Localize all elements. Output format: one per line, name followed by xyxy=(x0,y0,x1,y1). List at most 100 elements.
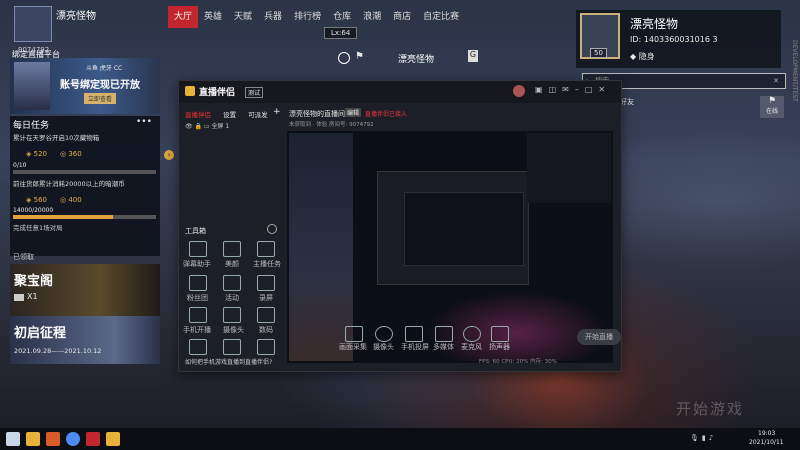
game-taskbar-icon[interactable] xyxy=(86,432,100,446)
microphone-icon[interactable] xyxy=(463,326,481,342)
file-explorer-icon[interactable] xyxy=(26,432,40,446)
stream-taskbar-icon[interactable] xyxy=(106,432,120,446)
profile-id[interactable]: ID: 1403360031016 3 xyxy=(630,35,718,44)
fan-group-icon[interactable] xyxy=(189,275,207,291)
daily-tasks-panel: 每日任务 ••• 累计在天罗谷开启10次藏物箱 ◈ 520 ◎ 360 0/10… xyxy=(10,116,160,261)
nav-lobby[interactable]: 大厅 xyxy=(168,6,199,28)
clock-date[interactable]: 2021/10/11 xyxy=(749,439,784,446)
event-dates: 2021.09.28——2021.10.12 xyxy=(14,347,102,355)
treasure-title: 聚宝阁 xyxy=(14,274,54,289)
build-side-label: DEVELOPMENT/TEST xyxy=(791,40,798,102)
nav-custom-match[interactable]: 自定比赛 xyxy=(417,6,465,28)
camera-bottom-icon[interactable] xyxy=(375,326,393,342)
stream-app-tabs: 直播伴侣 设置 可派发 xyxy=(185,109,268,119)
tool-label: 摄像头 xyxy=(223,326,244,334)
digital-icon[interactable] xyxy=(257,307,275,323)
close-icon[interactable]: ✕ xyxy=(598,85,611,94)
tools-settings-icon[interactable] xyxy=(267,224,277,234)
bottom-label: 手机投屏 xyxy=(401,343,429,351)
host-task-icon[interactable] xyxy=(257,241,275,257)
activity-icon[interactable] xyxy=(223,275,241,291)
room-edit-tag[interactable]: 编辑 xyxy=(345,108,362,117)
mic-tray-icon[interactable]: 🎙 xyxy=(690,434,702,442)
friends-tab[interactable]: 好友 xyxy=(620,97,634,107)
phone-live-icon[interactable] xyxy=(189,307,207,323)
nav-talent[interactable]: 天赋 xyxy=(228,6,258,28)
online-filter-button[interactable]: ⚑ 在线 xyxy=(760,96,784,118)
nav-storage[interactable]: 仓库 xyxy=(327,6,357,28)
tool-label: 数码 xyxy=(259,326,273,334)
volume-icon[interactable]: ♪ xyxy=(709,434,716,442)
record-icon[interactable] xyxy=(257,275,275,291)
profile-card: 50 漂亮怪物 ID: 1403360031016 3 ◆ 隐身 xyxy=(576,10,781,68)
main-nav: 大厅 英雄 天赋 兵器 排行榜 仓库 浪潮 商店 自定比赛 xyxy=(168,6,465,28)
start-live-button[interactable]: 开始直播 xyxy=(577,329,621,345)
gift-icon[interactable]: ▣ xyxy=(535,85,549,94)
treasure-chest-icon xyxy=(14,294,24,301)
event-card[interactable]: 初启征程 2021.09.28——2021.10.12 xyxy=(10,316,160,364)
task-1-text: 累计在天罗谷开启10次藏物箱 xyxy=(13,134,100,142)
player-avatar[interactable] xyxy=(14,6,52,42)
tab-live-companion[interactable]: 直播伴侣 xyxy=(185,111,211,119)
start-game-button[interactable]: 开始游戏 xyxy=(676,398,744,419)
nav-weapons[interactable]: 兵器 xyxy=(258,6,288,28)
banner-headline: 账号绑定现已开放 xyxy=(60,80,140,91)
tab-dispatch[interactable]: 可派发 xyxy=(248,111,268,119)
event-title: 初启征程 xyxy=(14,326,67,341)
tab-settings[interactable]: 设置 xyxy=(223,111,236,119)
help-footer-link[interactable]: 如何把手机游戏直播到直播伴侣? xyxy=(185,357,272,366)
room-icon[interactable] xyxy=(223,339,241,355)
speaker-icon[interactable] xyxy=(491,326,509,342)
nav-heroes[interactable]: 英雄 xyxy=(198,6,228,28)
nav-wave[interactable]: 浪潮 xyxy=(357,6,387,28)
danmu-helper-icon[interactable] xyxy=(189,241,207,257)
clock-time[interactable]: 19:03 xyxy=(758,430,775,437)
bind-banner[interactable]: 斗鱼 虎牙 CC 账号绑定现已开放 立即查看 xyxy=(10,58,160,114)
maximize-icon[interactable]: □ xyxy=(585,85,599,94)
nav-ranking[interactable]: 排行榜 xyxy=(288,6,327,28)
emote-icon[interactable] xyxy=(338,52,350,64)
scene-item[interactable]: 👁 🔒 ▭ 全屏 1 xyxy=(185,121,229,130)
start-icon[interactable] xyxy=(6,432,20,446)
phone-cast-icon[interactable] xyxy=(405,326,423,342)
screen-capture-icon[interactable] xyxy=(345,326,363,342)
profile-name: 漂亮怪物 xyxy=(630,17,679,31)
received-label: 已领取 xyxy=(13,253,34,261)
daily-tasks-title: 每日任务 xyxy=(13,121,50,131)
minimize-icon[interactable]: – xyxy=(575,85,585,94)
media-icon[interactable] xyxy=(435,326,453,342)
mail-icon[interactable]: ✉ xyxy=(562,85,575,94)
window-controls: ▣◫✉–□✕ xyxy=(535,85,611,94)
flag-icon: ⚑ xyxy=(767,96,777,106)
flag-icon[interactable]: ⚑ xyxy=(355,51,364,62)
nav-shop[interactable]: 商店 xyxy=(387,6,417,28)
game-icon[interactable] xyxy=(189,339,207,355)
profile-level: 50 xyxy=(590,48,607,58)
task-1-count: 0/10 xyxy=(13,162,27,169)
task-2-progress xyxy=(13,215,156,219)
bottom-label: 画面采集 xyxy=(339,343,367,351)
treasure-card[interactable]: 聚宝阁 X1 xyxy=(10,264,160,316)
clear-icon[interactable]: ✕ xyxy=(773,74,779,88)
more-icon[interactable] xyxy=(257,339,275,355)
daily-tasks-more-button[interactable]: ••• xyxy=(136,117,152,127)
banner-view-button[interactable]: 立即查看 xyxy=(84,93,117,104)
app-icon[interactable] xyxy=(46,432,60,446)
user-avatar[interactable] xyxy=(513,85,525,97)
beauty-icon[interactable] xyxy=(223,241,241,257)
network-icon[interactable]: ▮ xyxy=(702,434,709,442)
task-1-progress xyxy=(13,170,156,174)
tool-label: 手机开播 xyxy=(183,326,211,334)
profile-status[interactable]: ◆ 隐身 xyxy=(630,51,655,62)
task-3-text: 完成任意1场对局 xyxy=(13,224,63,232)
banner-platforms: 斗鱼 虎牙 CC xyxy=(86,65,123,72)
add-scene-icon[interactable]: + xyxy=(273,107,281,117)
task-collapse-icon[interactable]: › xyxy=(164,150,174,160)
room-title: 漂亮怪物的直播间 xyxy=(289,110,345,118)
camera-icon[interactable] xyxy=(223,307,241,323)
tool-label: 主播任务 xyxy=(253,260,281,268)
shop-icon[interactable]: ◫ xyxy=(549,85,563,94)
stream-app-logo-icon xyxy=(185,86,195,96)
chrome-icon[interactable] xyxy=(66,432,80,446)
stream-app-badge: 测试 xyxy=(245,87,264,98)
